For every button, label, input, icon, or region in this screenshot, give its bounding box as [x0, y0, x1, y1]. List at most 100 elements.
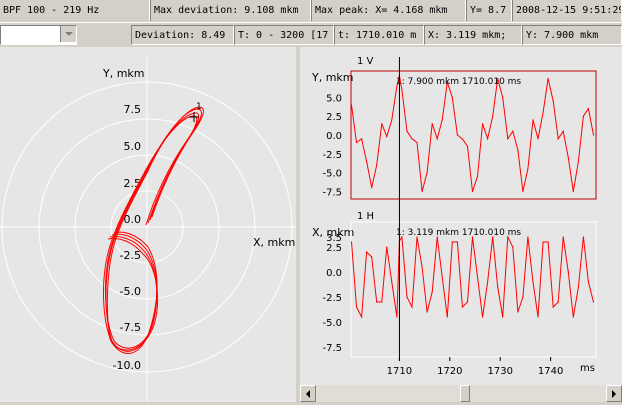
data-point: [386, 246, 388, 248]
cursor-readout: 1: 3.119 mkm 1710.010 ms: [396, 228, 521, 238]
data-point: [416, 141, 418, 144]
datetime-label: 2008-12-15 9:51:29: [512, 0, 622, 21]
data-point: [502, 96, 504, 98]
data-point: [552, 100, 554, 102]
max-peak-text: Max peak: X= 4.168 mkm: [315, 5, 448, 16]
data-point: [355, 306, 358, 308]
data-point: [577, 160, 579, 162]
deviation-field: Deviation: 8.49: [131, 25, 234, 45]
data-point: [482, 123, 484, 125]
chart-title-v: 1 V: [357, 56, 374, 67]
data-point: [451, 96, 453, 98]
time-range-text: T: 0 - 3200 [17: [238, 29, 329, 41]
series-line: [351, 75, 594, 192]
data-point: [376, 301, 378, 303]
data-point: [421, 190, 423, 193]
data-point: [411, 306, 413, 308]
data-point: [461, 306, 463, 308]
data-point: [537, 138, 539, 140]
polar-tick: -7.5: [120, 321, 141, 334]
deviation-text: Deviation: 8.49: [135, 29, 226, 41]
data-point: [350, 104, 353, 106]
y-tick-label: -7.5: [322, 187, 342, 198]
max-deviation-label: Max deviation: 9.108 mkm: [150, 0, 311, 21]
data-point: [547, 77, 549, 80]
filter-text: BPF 100 - 219 Hz: [3, 5, 100, 16]
data-point: [522, 190, 524, 193]
y-tick-label: 5.0: [326, 93, 342, 104]
time-series-svg: 1 V Y, mkm 1 H X, mkm ms 5.02.50.0-2.5-5…: [311, 56, 597, 377]
orbit-plot-svg: Y, mkm X, mkm 7.5 5.0 2.5 0.0 -2.5 -5.0 …: [0, 57, 296, 402]
cursor-x-text: X: 3.119 mkm;: [428, 29, 507, 41]
data-point: [366, 251, 368, 253]
status-bar: BPF 100 - 219 Hz Max deviation: 9.108 mk…: [0, 0, 622, 21]
data-point: [542, 111, 544, 113]
channel-combo[interactable]: [0, 25, 77, 45]
data-point: [461, 138, 463, 140]
y-tick-label: -2.5: [322, 150, 342, 161]
toolbar: Deviation: 8.49 T: 0 - 3200 [17 t: 1710.…: [0, 22, 622, 48]
data-point: [552, 306, 554, 308]
data-point: [426, 311, 428, 313]
data-point: [532, 119, 534, 121]
data-point: [436, 138, 438, 140]
y-tick-label: -5.0: [322, 169, 342, 180]
x-tick-label: 1720: [437, 366, 462, 377]
data-point: [587, 281, 589, 283]
data-point: [567, 157, 569, 159]
orbit-plot[interactable]: Y, mkm X, mkm 7.5 5.0 2.5 0.0 -2.5 -5.0 …: [0, 47, 296, 402]
data-point: [366, 160, 368, 162]
data-point: [517, 311, 519, 313]
data-point: [355, 141, 358, 144]
y-peak-text: Y= 8.7: [470, 5, 507, 16]
cursor-x-field: X: 3.119 mkm;: [424, 25, 522, 45]
polar-tick: -10.0: [113, 359, 141, 372]
cursor-readout: 1: 7.900 mkm 1710.010 ms: [396, 77, 521, 87]
data-point: [376, 164, 378, 166]
data-point: [441, 119, 443, 121]
polar-tick: -2.5: [120, 249, 141, 262]
data-point: [441, 276, 443, 278]
data-point: [371, 187, 373, 189]
y-tick-label: 2.5: [326, 112, 342, 123]
cursor-time-field: t: 1710.010 m: [334, 25, 424, 45]
data-point: [512, 246, 514, 248]
data-point: [456, 241, 458, 243]
data-point: [517, 149, 519, 151]
chart-title-h: 1 H: [357, 211, 374, 222]
y-tick-label: -5.0: [322, 318, 342, 329]
data-point: [371, 256, 373, 258]
time-series-panel[interactable]: 1 V Y, mkm 1 H X, mkm ms 5.0 2.5 0.0 -2.5 -5…: [300, 47, 622, 385]
data-point: [406, 130, 408, 132]
chevron-down-icon: [64, 32, 73, 36]
data-point: [512, 130, 514, 132]
marker-label: 1: [196, 102, 202, 112]
cursor-y-text: Y: 7.900 mkm: [526, 29, 599, 41]
combo-dropdown-button[interactable]: [60, 26, 76, 42]
data-point: [527, 236, 529, 238]
data-point: [482, 316, 484, 318]
data-point: [592, 301, 595, 303]
polar-y-axis-label: Y, mkm: [102, 67, 145, 80]
data-point: [466, 145, 469, 147]
horizontal-scrollbar[interactable]: [300, 385, 622, 402]
cursor-y-field: Y: 7.900 mkm: [522, 25, 622, 45]
data-point: [502, 316, 504, 318]
data-point: [426, 172, 428, 174]
data-point: [577, 286, 579, 288]
data-point: [557, 301, 559, 303]
data-point: [582, 236, 584, 238]
y-tick-label: 0.0: [326, 268, 342, 279]
data-point: [431, 291, 433, 293]
scroll-right-button[interactable]: [606, 385, 622, 402]
scroll-thumb[interactable]: [460, 385, 470, 402]
orbit-loop: [105, 112, 200, 349]
y-tick-label: -7.5: [322, 343, 342, 354]
data-point: [562, 130, 564, 132]
data-point: [476, 175, 479, 177]
polar-tick: -5.0: [120, 285, 141, 298]
scroll-left-button[interactable]: [300, 385, 316, 402]
data-point: [592, 134, 595, 136]
data-point: [396, 316, 398, 318]
max-peak-label: Max peak: X= 4.168 mkm: [311, 0, 466, 21]
